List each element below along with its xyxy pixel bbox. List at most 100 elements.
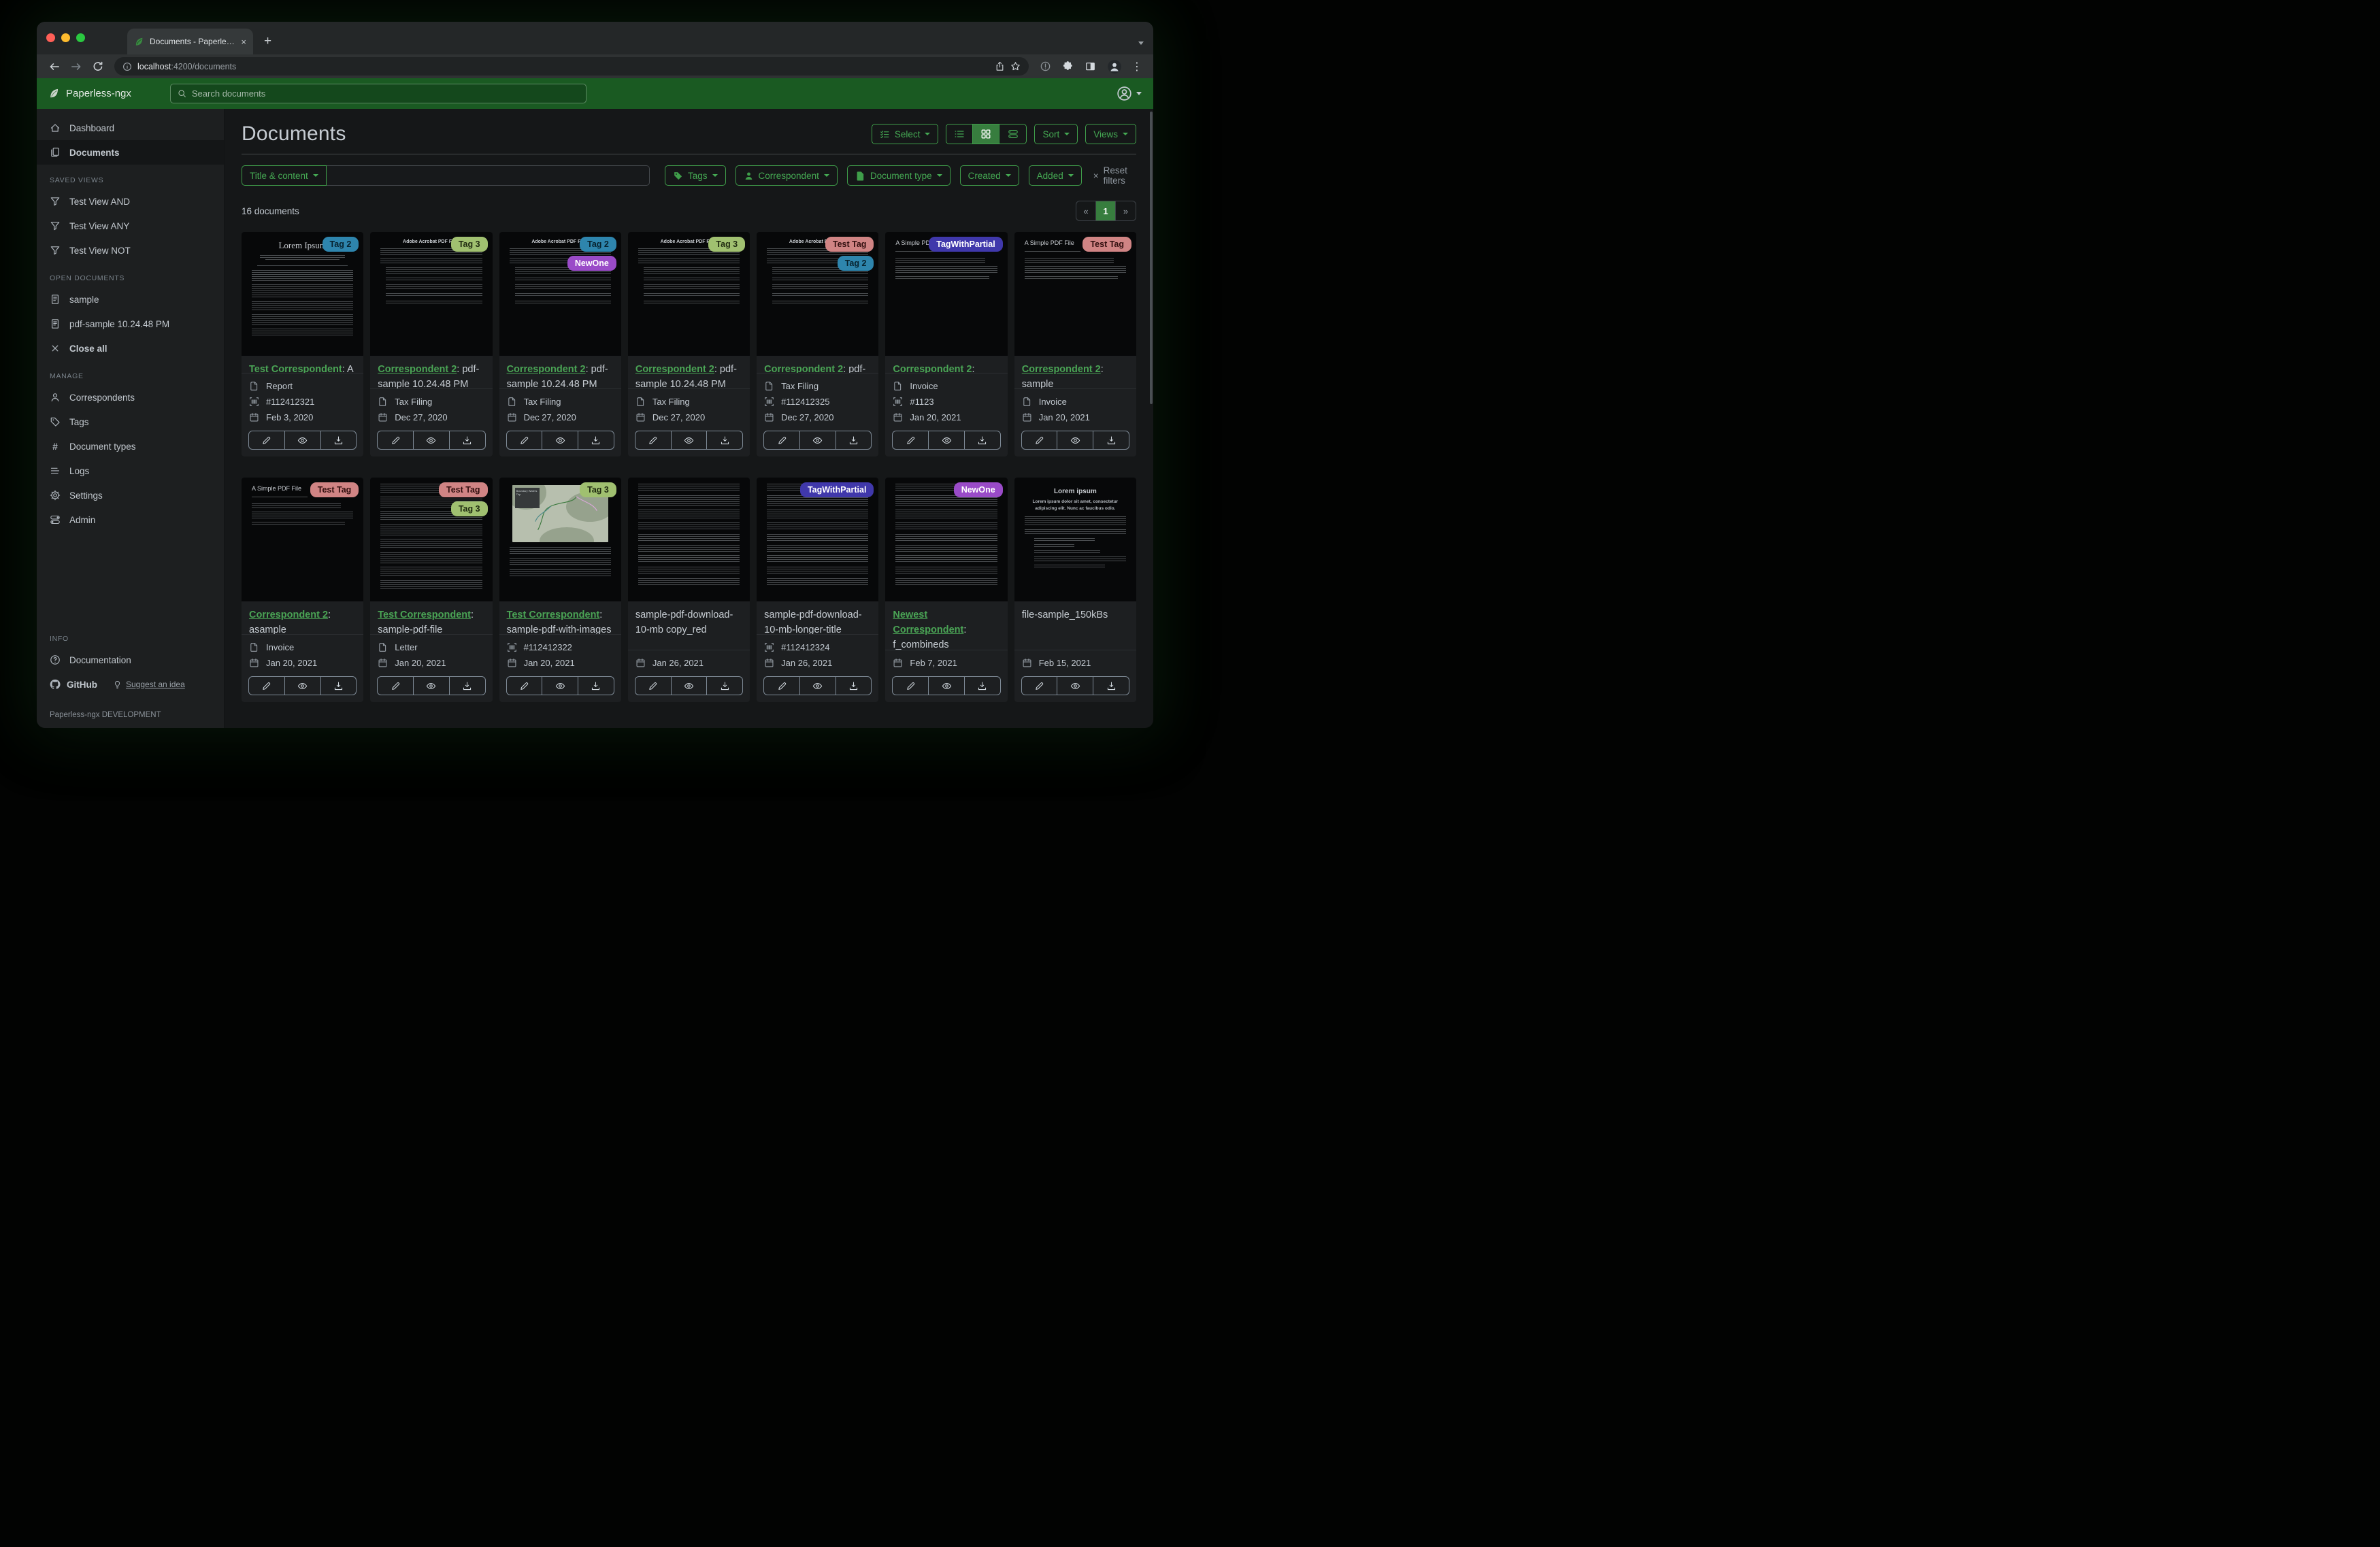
document-thumbnail[interactable]: Test Tag Tag 3: [370, 478, 493, 601]
correspondent-link[interactable]: Correspondent 2: [635, 364, 714, 375]
document-card[interactable]: Lorem ipsum Lorem ipsum dolor sit amet, c…: [1014, 478, 1136, 702]
tag-badge[interactable]: TagWithPartial: [929, 237, 1003, 252]
side-panel-icon[interactable]: [1085, 61, 1096, 72]
sidebar-item-documentation[interactable]: Documentation: [37, 648, 224, 672]
page-next-button[interactable]: »: [1116, 201, 1136, 220]
correspondent-link[interactable]: Correspondent 2: [764, 364, 843, 373]
tag-badge[interactable]: Test Tag: [825, 237, 874, 252]
document-thumbnail[interactable]: Lorem Ipsum Tag 2: [242, 232, 364, 356]
correspondent-link[interactable]: Newest Correspondent: [893, 610, 963, 635]
download-button[interactable]: [836, 677, 872, 695]
views-button[interactable]: Views: [1085, 124, 1136, 144]
document-thumbnail[interactable]: NewOne: [885, 478, 1008, 601]
tag-badge[interactable]: Test Tag: [1082, 237, 1131, 252]
preview-button[interactable]: [285, 677, 321, 695]
sidebar-item-open-doc-pdf-sample[interactable]: pdf-sample 10.24.48 PM: [37, 312, 224, 336]
preview-button[interactable]: [542, 677, 579, 695]
document-card[interactable]: A Simple PDF File Test Tag Correspondent…: [242, 478, 364, 702]
app-brand[interactable]: Paperless-ngx: [48, 88, 131, 99]
download-button[interactable]: [450, 677, 485, 695]
url-bar[interactable]: localhost:4200/documents: [114, 57, 1029, 76]
document-thumbnail[interactable]: Adobe Acrobat PDF Files Tag 3: [370, 232, 493, 356]
sidebar-item-settings[interactable]: Settings: [37, 483, 224, 508]
tag-badge[interactable]: Tag 2: [322, 237, 359, 252]
profile-avatar-icon[interactable]: [1107, 59, 1122, 74]
download-button[interactable]: [578, 431, 614, 449]
sidebar-item-open-doc-sample[interactable]: sample: [37, 287, 224, 312]
preview-button[interactable]: [672, 431, 708, 449]
tag-badge[interactable]: Tag 2: [837, 256, 874, 271]
tag-badge[interactable]: Tag 3: [708, 237, 746, 252]
filter-query-input[interactable]: [326, 165, 650, 186]
filter-field-selector-button[interactable]: Title & content: [242, 165, 327, 186]
tag-badge[interactable]: Test Tag: [439, 482, 488, 497]
added-filter-button[interactable]: Added: [1028, 165, 1082, 186]
list-view-button[interactable]: [946, 124, 974, 144]
reset-filters-button[interactable]: × Reset filters: [1093, 165, 1136, 186]
download-button[interactable]: [965, 431, 1000, 449]
created-filter-button[interactable]: Created: [959, 165, 1019, 186]
download-button[interactable]: [836, 431, 872, 449]
share-icon[interactable]: [995, 61, 1005, 71]
edit-button[interactable]: [635, 431, 672, 449]
preview-button[interactable]: [929, 677, 965, 695]
sidebar-item-document-types[interactable]: # Document types: [37, 434, 224, 459]
document-type-filter-button[interactable]: Document type: [846, 165, 951, 186]
edit-button[interactable]: [764, 677, 800, 695]
download-button[interactable]: [578, 677, 614, 695]
correspondent-link[interactable]: Correspondent 2: [249, 610, 328, 620]
document-thumbnail[interactable]: A Simple PDF File Test Tag: [1014, 232, 1136, 356]
document-thumbnail[interactable]: Boundary Waters Trip Tag 3: [499, 478, 621, 601]
download-button[interactable]: [450, 431, 485, 449]
sidebar-item-test-view-and[interactable]: Test View AND: [37, 189, 224, 214]
document-thumbnail[interactable]: A Simple PDF File TagWithPartial: [885, 232, 1008, 356]
preview-button[interactable]: [800, 431, 836, 449]
sidebar-item-logs[interactable]: Logs: [37, 459, 224, 483]
document-card[interactable]: A Simple PDF File TagWithPartial Corresp…: [885, 232, 1008, 456]
tag-badge[interactable]: Tag 3: [450, 237, 488, 252]
download-button[interactable]: [1093, 431, 1129, 449]
document-card[interactable]: Adobe Acrobat PDF Files Test Tag Tag 2 Co…: [757, 232, 879, 456]
sidebar-item-test-view-any[interactable]: Test View ANY: [37, 214, 224, 238]
sidebar-item-admin[interactable]: Admin: [37, 508, 224, 532]
tag-badge[interactable]: NewOne: [567, 256, 616, 271]
tags-filter-button[interactable]: Tags: [665, 165, 726, 186]
preview-button[interactable]: [929, 431, 965, 449]
detail-view-button[interactable]: [999, 124, 1026, 144]
edit-button[interactable]: [507, 431, 543, 449]
preview-button[interactable]: [285, 431, 321, 449]
sidebar-item-correspondents[interactable]: Correspondents: [37, 385, 224, 410]
new-tab-button[interactable]: +: [264, 34, 271, 49]
document-card[interactable]: TagWithPartial sample-pdf-download-10-mb…: [757, 478, 879, 702]
minimize-window-button[interactable]: [61, 33, 70, 42]
correspondent-filter-button[interactable]: Correspondent: [735, 165, 838, 186]
forward-icon[interactable]: [70, 61, 82, 73]
preview-button[interactable]: [542, 431, 579, 449]
document-card[interactable]: Boundary Waters Trip Tag 3 Test Correspo…: [499, 478, 621, 702]
document-thumbnail[interactable]: Adobe Acrobat PDF Files Tag 2 NewOne: [499, 232, 621, 356]
sidebar-item-documents[interactable]: Documents: [37, 140, 224, 165]
document-card[interactable]: A Simple PDF File Test Tag Correspondent…: [1014, 232, 1136, 456]
document-thumbnail[interactable]: [627, 478, 750, 601]
sidebar-item-github[interactable]: GitHub Suggest an idea: [37, 672, 224, 697]
document-thumbnail[interactable]: Adobe Acrobat PDF Files Tag 3: [627, 232, 750, 356]
correspondent-link[interactable]: Correspondent 2: [378, 364, 457, 375]
correspondent-link[interactable]: Correspondent 2: [507, 364, 586, 375]
back-icon[interactable]: [48, 61, 61, 73]
tag-badge[interactable]: Tag 3: [580, 482, 616, 497]
document-card[interactable]: Adobe Acrobat PDF Files Tag 3 Correspond…: [370, 232, 493, 456]
document-thumbnail[interactable]: TagWithPartial: [757, 478, 879, 601]
user-menu[interactable]: [1117, 86, 1142, 101]
correspondent-link[interactable]: Correspondent 2: [893, 364, 972, 373]
browser-menu-kebab-icon[interactable]: ⋮: [1131, 60, 1142, 73]
tab-search-chevron-icon[interactable]: [1138, 41, 1144, 45]
document-thumbnail[interactable]: Adobe Acrobat PDF Files Test Tag Tag 2: [757, 232, 879, 356]
preview-button[interactable]: [1057, 431, 1094, 449]
scrollbar-thumb[interactable]: [1150, 112, 1153, 404]
correspondent-link[interactable]: Test Correspondent: [249, 364, 342, 373]
document-card[interactable]: Adobe Acrobat PDF Files Tag 3 Correspond…: [627, 232, 750, 456]
document-card[interactable]: Test Tag Tag 3 Test Correspondent: sample…: [370, 478, 493, 702]
edit-button[interactable]: [893, 677, 929, 695]
tag-badge[interactable]: TagWithPartial: [799, 482, 874, 497]
browser-tab[interactable]: Documents - Paperless-ngx ×: [127, 29, 253, 54]
